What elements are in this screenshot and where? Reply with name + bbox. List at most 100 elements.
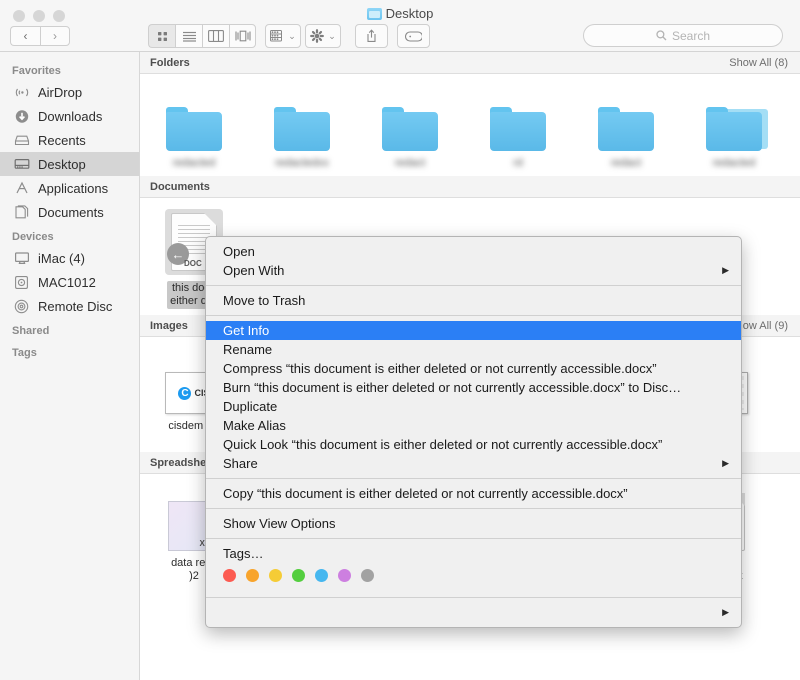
menu-item-burn-to-disc[interactable]: Burn “this document is either deleted or…	[206, 378, 741, 397]
desktop-icon	[14, 157, 31, 172]
folder-icon	[166, 107, 222, 151]
sidebar-item-desktop[interactable]: Desktop	[0, 152, 139, 176]
navigation-buttons: ‹ ›	[10, 26, 70, 46]
folder-icon	[490, 107, 546, 151]
show-all-link[interactable]: Show All (8)	[729, 57, 788, 69]
sidebar-heading-shared: Shared	[0, 318, 139, 340]
chevron-down-icon: ⌄	[328, 31, 336, 42]
sidebar-item-airdrop[interactable]: AirDrop	[0, 80, 139, 104]
tag-color-gray[interactable]	[361, 569, 374, 582]
sidebar-item-label: Documents	[38, 205, 104, 220]
folder-item[interactable]: redact	[572, 83, 680, 170]
item-caption: redactedxx	[248, 157, 356, 170]
menu-separator	[206, 478, 741, 479]
folder-item[interactable]: redact	[356, 83, 464, 170]
sidebar-item-imac[interactable]: iMac (4)	[0, 246, 139, 270]
drive-icon	[14, 275, 31, 290]
sidebar-heading-devices: Devices	[0, 224, 139, 246]
search-field[interactable]: Search	[583, 24, 783, 47]
sidebar-item-applications[interactable]: Applications	[0, 176, 139, 200]
group-header-folders: Folders Show All (8)	[140, 52, 800, 74]
search-placeholder: Search	[672, 29, 710, 43]
sidebar-item-recents[interactable]: Recents	[0, 128, 139, 152]
download-icon	[14, 109, 31, 124]
sidebar-item-label: AirDrop	[38, 85, 82, 100]
folder-item[interactable]: rd	[464, 83, 572, 170]
menu-item-duplicate[interactable]: Duplicate	[206, 397, 741, 416]
menu-item-share[interactable]: Share▶	[206, 454, 741, 473]
sidebar-item-label: Downloads	[38, 109, 102, 124]
context-menu: Open Open With▶ Move to Trash Get Info R…	[205, 236, 742, 628]
chevron-down-icon: ⌄	[288, 31, 296, 42]
tag-color-purple[interactable]	[338, 569, 351, 582]
chevron-right-icon: ▶	[722, 265, 729, 276]
tag-color-yellow[interactable]	[269, 569, 282, 582]
menu-item-quick-look[interactable]: Quick Look “this document is either dele…	[206, 435, 741, 454]
menu-item-open[interactable]: Open	[206, 242, 741, 261]
tag-button[interactable]	[397, 24, 430, 48]
folder-item[interactable]: redacted	[680, 83, 788, 170]
tag-color-red[interactable]	[223, 569, 236, 582]
folder-icon	[598, 107, 654, 151]
back-button[interactable]: ‹	[10, 26, 40, 46]
menu-item-make-alias[interactable]: Make Alias	[206, 416, 741, 435]
folder-item[interactable]: redacted	[140, 83, 248, 170]
group-title: Documents	[150, 181, 210, 193]
sidebar-item-label: Remote Disc	[38, 299, 112, 314]
menu-item-get-info[interactable]: Get Info	[206, 321, 741, 340]
group-title: Images	[150, 320, 188, 332]
menu-item-show-view-options[interactable]: Show View Options	[206, 514, 741, 533]
column-view-button[interactable]	[202, 24, 229, 48]
airdrop-icon	[14, 85, 31, 100]
item-caption: redact	[572, 157, 680, 170]
menu-separator	[206, 285, 741, 286]
arrange-button[interactable]: ⌄	[265, 24, 301, 48]
menu-item-open-with[interactable]: Open With▶	[206, 261, 741, 280]
item-caption: redacted	[680, 157, 788, 170]
documents-icon	[14, 205, 31, 220]
tag-color-blue[interactable]	[315, 569, 328, 582]
menu-item-tags[interactable]: Tags…	[206, 544, 741, 563]
recents-icon	[14, 133, 31, 148]
sidebar-item-label: Recents	[38, 133, 86, 148]
icon-view-button[interactable]	[148, 24, 175, 48]
search-icon	[656, 30, 667, 41]
coverflow-view-button[interactable]	[229, 24, 256, 48]
sidebar-item-label: Desktop	[38, 157, 86, 172]
list-view-button[interactable]	[175, 24, 202, 48]
action-button[interactable]: ⌄	[305, 24, 341, 48]
forward-button[interactable]: ›	[40, 26, 70, 46]
tag-color-green[interactable]	[292, 569, 305, 582]
view-mode-segmented-control	[148, 24, 256, 48]
menu-item-rename[interactable]: Rename	[206, 340, 741, 359]
sidebar-item-remote-disc[interactable]: Remote Disc	[0, 294, 139, 318]
group-title: Folders	[150, 57, 190, 69]
title-bar: ‹ › Desktop ⌄	[0, 0, 800, 52]
sidebar-item-downloads[interactable]: Downloads	[0, 104, 139, 128]
window-title-text: Desktop	[386, 6, 434, 21]
folder-item[interactable]: redactedxx	[248, 83, 356, 170]
share-group	[355, 24, 388, 48]
menu-item-move-to-trash[interactable]: Move to Trash	[206, 291, 741, 310]
sidebar-item-mac1012[interactable]: MAC1012	[0, 270, 139, 294]
menu-item-compress[interactable]: Compress “this document is either delete…	[206, 359, 741, 378]
folder-icon	[367, 8, 382, 20]
disc-icon	[14, 299, 31, 314]
sidebar-item-documents[interactable]: Documents	[0, 200, 139, 224]
item-caption: redact	[356, 157, 464, 170]
tag-color-orange[interactable]	[246, 569, 259, 582]
sidebar-item-label: Applications	[38, 181, 108, 196]
imac-icon	[14, 251, 31, 266]
sidebar-heading-favorites: Favorites	[0, 58, 139, 80]
share-button[interactable]	[355, 24, 388, 48]
group-header-documents: Documents	[140, 176, 800, 198]
folder-icon	[706, 107, 762, 151]
finder-window: ‹ › Desktop ⌄	[0, 0, 800, 680]
menu-item-services[interactable]: ▶	[206, 603, 741, 622]
window-title: Desktop	[0, 6, 800, 21]
menu-separator	[206, 597, 741, 598]
folder-icon	[274, 107, 330, 151]
menu-item-copy[interactable]: Copy “this document is either deleted or…	[206, 484, 741, 503]
sidebar-item-label: MAC1012	[38, 275, 96, 290]
menu-separator	[206, 538, 741, 539]
